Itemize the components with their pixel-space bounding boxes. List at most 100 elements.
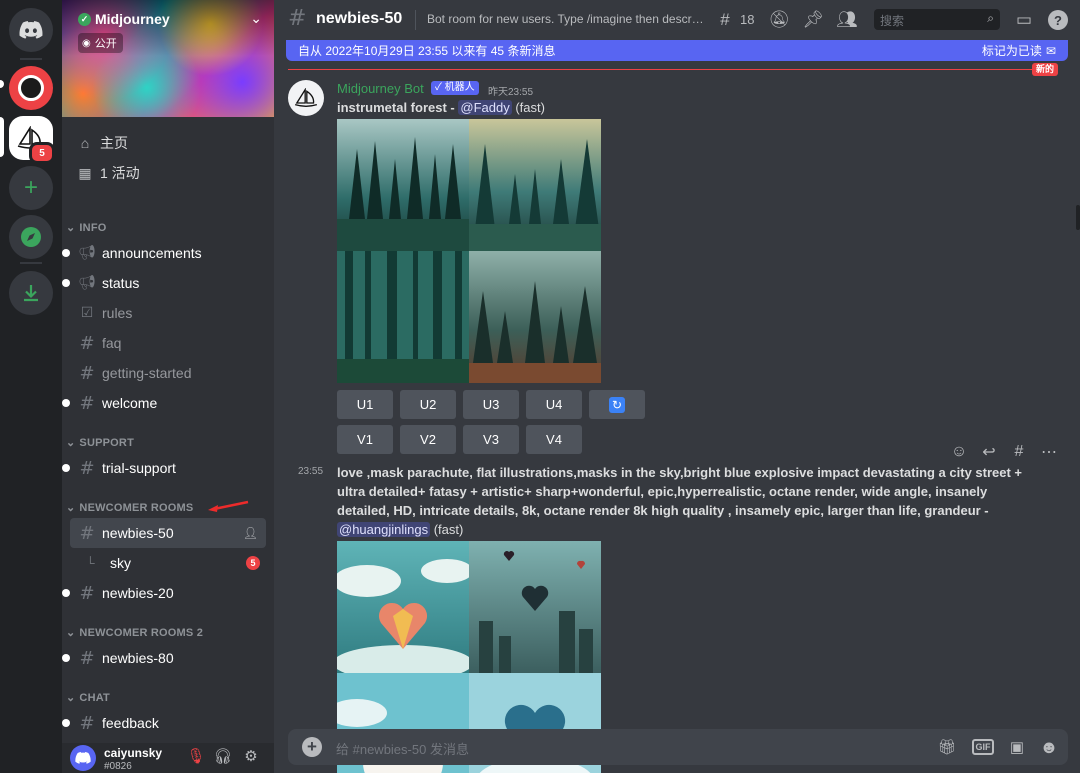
- gift-icon[interactable]: 🎁︎: [936, 736, 958, 758]
- channel-faq[interactable]: # faq: [70, 328, 266, 358]
- hash-thread-icon: #: [79, 522, 95, 544]
- mute-mic-icon[interactable]: 🎙︎: [186, 747, 206, 767]
- discord-home-button[interactable]: [9, 8, 53, 52]
- search-input[interactable]: 搜索 ⌕: [874, 9, 1000, 30]
- channel-label: newbies-20: [102, 585, 174, 601]
- message-author[interactable]: Midjourney Bot: [337, 81, 424, 96]
- reply-icon[interactable]: ↩: [976, 438, 1002, 466]
- user-mention[interactable]: @huangjinlings: [337, 522, 431, 537]
- speed-label: (fast): [433, 522, 464, 537]
- v1-button[interactable]: V1: [337, 425, 393, 454]
- channel-newbies-80[interactable]: # newbies-80: [62, 643, 266, 673]
- headphones-icon[interactable]: 🎧︎: [213, 747, 233, 767]
- chevron-icon: ⌄: [66, 437, 76, 449]
- member-list-icon[interactable]: 👥︎: [836, 9, 858, 31]
- explore-servers-button[interactable]: [9, 215, 53, 259]
- scrollbar-thumb[interactable]: [1076, 205, 1080, 230]
- u2-button[interactable]: U2: [400, 390, 456, 419]
- activity-nav[interactable]: ▦ 1 活动: [70, 158, 266, 188]
- bot-avatar[interactable]: [288, 80, 324, 116]
- channel-topic[interactable]: Bot room for new users. Type /imagine th…: [427, 12, 705, 26]
- threads-icon[interactable]: #: [714, 9, 736, 31]
- mention-badge: 5: [246, 556, 260, 570]
- mark-as-read-label: 标记为已读: [981, 44, 1042, 58]
- channel-label: feedback: [102, 715, 159, 731]
- category-info[interactable]: ⌄ INFO: [66, 221, 107, 235]
- category-chat[interactable]: ⌄ CHAT: [66, 691, 110, 705]
- reroll-button[interactable]: ↻: [589, 390, 645, 419]
- channel-trial-support[interactable]: # trial-support: [62, 453, 266, 483]
- mute-bell-icon[interactable]: 🔕︎: [768, 9, 790, 31]
- search-icon: ⌕: [987, 11, 994, 25]
- message-content: instrumetal forest - @Faddy (fast): [337, 98, 545, 117]
- category-newcomer-rooms-2[interactable]: ⌄ NEWCOMER ROOMS 2: [66, 626, 203, 640]
- add-server-button[interactable]: +: [9, 166, 53, 210]
- thread-sky[interactable]: └ sky 5: [70, 548, 266, 578]
- unread-dot: [62, 249, 70, 257]
- channel-newbies-50[interactable]: # newbies-50 👤︎: [70, 518, 266, 548]
- unread-dot: [62, 399, 70, 407]
- category-chat-label: CHAT: [79, 691, 110, 704]
- channel-label: trial-support: [102, 460, 176, 476]
- message-timestamp: 23:55: [298, 466, 324, 477]
- user-mention[interactable]: @Faddy: [458, 100, 512, 115]
- v2-button[interactable]: V2: [400, 425, 456, 454]
- category-newcomer-rooms[interactable]: ⌄ NEWCOMER ROOMS: [66, 501, 194, 515]
- rail-separator: [20, 58, 42, 60]
- upscale-buttons: U1 U2 U3 U4 ↻: [337, 390, 645, 419]
- gif-icon[interactable]: GIF: [972, 739, 994, 755]
- mark-read-icon: ✉: [1045, 43, 1056, 58]
- plus-icon: +: [23, 174, 38, 201]
- search-placeholder: 搜索: [880, 14, 905, 28]
- add-member-icon[interactable]: 👤︎: [243, 526, 258, 540]
- new-messages-divider: [288, 69, 1058, 70]
- emoji-icon[interactable]: ☻: [1038, 736, 1060, 758]
- server-header[interactable]: ✓ Midjourney: [78, 11, 170, 27]
- download-apps-button[interactable]: [9, 271, 53, 315]
- add-reaction-icon[interactable]: ☺: [946, 438, 972, 466]
- inbox-icon[interactable]: ▭: [1013, 9, 1035, 31]
- unread-dot: [62, 719, 70, 727]
- channel-getting-started[interactable]: # getting-started: [70, 358, 266, 388]
- rail-separator-2: [20, 262, 42, 264]
- image-grid[interactable]: [337, 119, 601, 383]
- channel-label: newbies-80: [102, 650, 174, 666]
- home-label: 主页: [100, 135, 128, 151]
- channel-feedback[interactable]: # feedback: [62, 708, 266, 738]
- more-icon[interactable]: ⋯: [1036, 438, 1062, 466]
- channel-newbies-20[interactable]: # newbies-20: [62, 578, 266, 608]
- chevron-down-icon[interactable]: ⌄: [250, 10, 262, 27]
- channel-welcome[interactable]: # welcome: [62, 388, 266, 418]
- message-composer[interactable]: + 给 #newbies-50 发消息 🎁︎ GIF ▣ ☻: [288, 729, 1068, 765]
- avatar[interactable]: [70, 745, 96, 771]
- server-icon-midjourney[interactable]: 5: [9, 116, 55, 164]
- server-mention-badge: 5: [29, 142, 55, 164]
- prompt-line-3: detailed, HD, intricate details, 8k, oct…: [337, 503, 989, 518]
- channel-announcements[interactable]: 📢︎ announcements: [62, 238, 266, 268]
- category-newcomer-label: NEWCOMER ROOMS: [79, 501, 194, 514]
- v4-button[interactable]: V4: [526, 425, 582, 454]
- channel-label: sky: [110, 555, 131, 571]
- hash-thread-icon: #: [288, 6, 307, 31]
- category-support[interactable]: ⌄ SUPPORT: [66, 436, 134, 450]
- server-banner[interactable]: ✓ Midjourney ◉ 公开 ⌄: [62, 0, 274, 117]
- mark-as-read-button[interactable]: 标记为已读 ✉: [982, 42, 1056, 59]
- create-thread-icon[interactable]: #: [1006, 438, 1032, 466]
- sticker-icon[interactable]: ▣: [1006, 736, 1028, 758]
- u4-button[interactable]: U4: [526, 390, 582, 419]
- server-icon-red[interactable]: [9, 66, 53, 110]
- channel-label: faq: [102, 335, 122, 351]
- upload-plus-icon[interactable]: +: [302, 737, 322, 757]
- pin-icon[interactable]: 📌︎: [802, 9, 824, 31]
- gear-icon[interactable]: ⚙: [241, 747, 261, 767]
- home-nav[interactable]: ⌂ 主页: [70, 128, 266, 158]
- v3-button[interactable]: V3: [463, 425, 519, 454]
- channel-status[interactable]: 📢︎ status: [62, 268, 266, 298]
- category-support-label: SUPPORT: [79, 436, 134, 449]
- channel-rules[interactable]: ☑ rules: [70, 298, 266, 328]
- new-messages-bar[interactable]: 自从 2022年10月29日 23:55 以来有 45 条新消息 标记为已读 ✉: [286, 40, 1068, 61]
- u3-button[interactable]: U3: [463, 390, 519, 419]
- u1-button[interactable]: U1: [337, 390, 393, 419]
- activity-label: 1 活动: [100, 165, 140, 181]
- help-icon[interactable]: ?: [1048, 10, 1068, 30]
